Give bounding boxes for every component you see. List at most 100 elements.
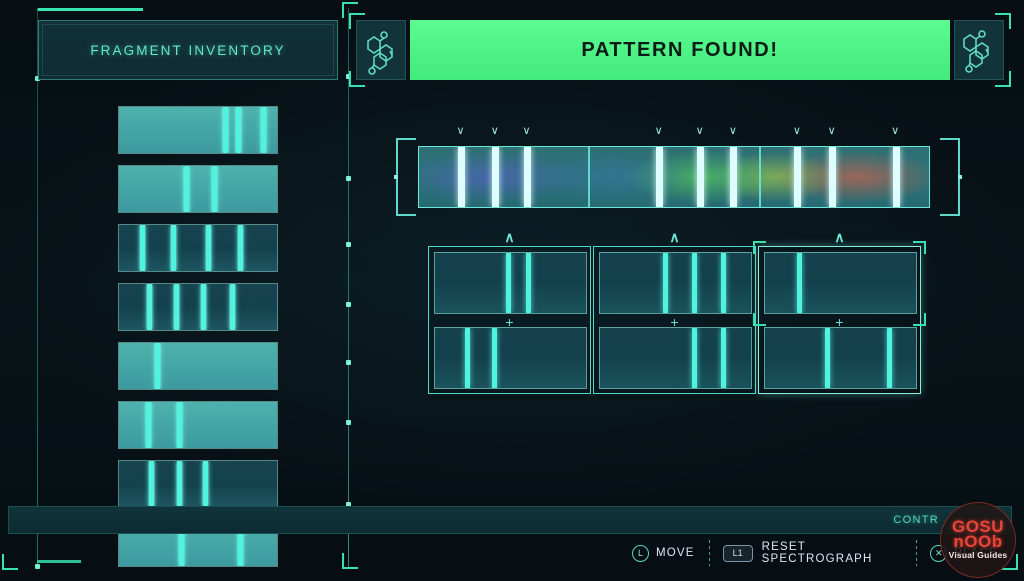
inventory-fragment[interactable]: [118, 401, 278, 449]
spectrograph-bar[interactable]: [418, 146, 930, 208]
spectrum-line: [457, 147, 465, 207]
spectrum-line: [697, 147, 705, 207]
fragment-band: [147, 284, 153, 330]
inventory-fragment[interactable]: [118, 165, 278, 213]
spectrum-marker-chevron: ∨: [728, 125, 737, 137]
bracket-dot: [394, 175, 398, 179]
spectrograph-panel: PATTERN FOUND! ∨ ∨ ∨ ∨ ∨ ∨ ∨ ∨ ∨ ∧ + ∧ +…: [342, 2, 1011, 573]
spectrum-line: [794, 147, 802, 207]
slot-caret-icon: ∧: [834, 229, 845, 245]
fragment-band: [155, 343, 161, 389]
inventory-fragment[interactable]: [118, 283, 278, 331]
slot-band: [505, 253, 511, 313]
fragment-band: [201, 284, 207, 330]
status-banner-text: PATTERN FOUND!: [581, 38, 779, 61]
slot-band: [720, 328, 726, 388]
watermark-line-2: nOOb: [953, 532, 1003, 551]
bracket-dot: [958, 175, 962, 179]
fragment-band: [229, 284, 235, 330]
hint-glyph-icon: L1: [722, 544, 753, 562]
rule-tick: [346, 360, 351, 365]
header-corner: [349, 71, 365, 87]
slot-band: [692, 253, 698, 313]
slot-3[interactable]: ∧ +: [753, 230, 926, 394]
spectrograph-bracket-right: [940, 138, 960, 216]
fragment-fill: [119, 166, 277, 212]
status-header: PATTERN FOUND!: [349, 13, 1011, 87]
slot-tile-bottom[interactable]: [764, 327, 917, 389]
bottom-corner: [2, 554, 18, 570]
slot-selection-corner: [913, 313, 926, 326]
panel-vertical-rule: [348, 8, 349, 568]
slot-band: [887, 328, 893, 388]
hint-move[interactable]: L MOVE: [618, 538, 709, 568]
panel-top-accent: [37, 8, 143, 11]
inventory-header: FRAGMENT INVENTORY: [38, 20, 338, 80]
spectrum-marker-chevron: ∨: [654, 125, 663, 137]
fragment-band: [183, 166, 189, 212]
slot-band: [692, 328, 698, 388]
fragment-band: [261, 107, 267, 153]
fragment-band: [177, 402, 183, 448]
rule-tick: [346, 420, 351, 425]
slot-tile-bottom[interactable]: [599, 327, 752, 389]
control-bar: CONTR: [8, 506, 1012, 534]
fragment-band: [205, 225, 211, 271]
fragment-slots: ∧ + ∧ + ∧ +: [428, 230, 926, 394]
spectrum-line: [892, 147, 900, 207]
hint-reset[interactable]: L1 RESET SPECTROGRAPH: [708, 538, 917, 568]
spectrum-marker-chevron: ∨: [891, 125, 900, 137]
bottom-strip: CONTR LMOVEL1RESET SPECTROGRAPH✕PLACE: [2, 498, 1018, 570]
slot-tile-top[interactable]: [599, 252, 752, 314]
slot-band: [720, 253, 726, 313]
inventory-fragment[interactable]: [118, 224, 278, 272]
fragment-fill: [119, 107, 277, 153]
status-banner: PATTERN FOUND!: [410, 20, 950, 80]
rule-tick: [346, 302, 351, 307]
spectrum-marker-chevron: ∨: [522, 125, 531, 137]
spectrum-line: [492, 147, 500, 207]
slot-selection-corner: [913, 241, 926, 254]
fragment-fill: [119, 402, 277, 448]
slot-selection-corner: [753, 313, 766, 326]
spectrum-marker-chevron: ∨: [490, 125, 499, 137]
fragment-inventory-panel: FRAGMENT INVENTORY: [22, 8, 340, 573]
fragment-band: [145, 402, 151, 448]
slot-plus-icon: +: [670, 314, 679, 330]
slot-tile-bottom[interactable]: [434, 327, 587, 389]
spectrum-line: [656, 147, 664, 207]
inventory-header-label: FRAGMENT INVENTORY: [90, 42, 286, 58]
fragment-band: [237, 225, 243, 271]
game-screen: FRAGMENT INVENTORY PATTERN FOUND! ∨ ∨ ∨ …: [0, 0, 1024, 581]
slot-tile-top[interactable]: [764, 252, 917, 314]
fragment-fill: [119, 343, 277, 389]
hint-label: MOVE: [656, 547, 695, 559]
fragment-fill: [119, 284, 277, 330]
slot-band: [492, 328, 498, 388]
slot-2[interactable]: ∧ +: [593, 230, 756, 394]
fragment-band: [212, 166, 218, 212]
spectrum-line: [730, 147, 738, 207]
slot-plus-icon: +: [505, 314, 514, 330]
rule-tick: [346, 242, 351, 247]
header-corner: [995, 13, 1011, 29]
fragment-band: [223, 107, 229, 153]
fragment-band: [171, 225, 177, 271]
spectrum-marker-chevron: ∨: [792, 125, 801, 137]
slot-plus-icon: +: [835, 314, 844, 330]
spectrum-divider: [759, 147, 762, 207]
watermark-logo: GOSU nOOb Visual Guides: [940, 502, 1016, 578]
slot-1[interactable]: ∧ +: [428, 230, 591, 394]
slot-band: [796, 253, 802, 313]
watermark-line-3: Visual Guides: [948, 550, 1008, 560]
inventory-fragment[interactable]: [118, 342, 278, 390]
inventory-fragment[interactable]: [118, 106, 278, 154]
fragment-band: [174, 284, 180, 330]
slot-tile-top[interactable]: [434, 252, 587, 314]
spectrum-marker-chevron: ∨: [695, 125, 704, 137]
spectrograph-markers: ∨ ∨ ∨ ∨ ∨ ∨ ∨ ∨ ∨: [408, 126, 948, 142]
slot-caret-icon: ∧: [504, 229, 515, 245]
spectrum-marker-chevron: ∨: [456, 125, 465, 137]
slot-selection-corner: [753, 241, 766, 254]
slot-band: [525, 253, 531, 313]
